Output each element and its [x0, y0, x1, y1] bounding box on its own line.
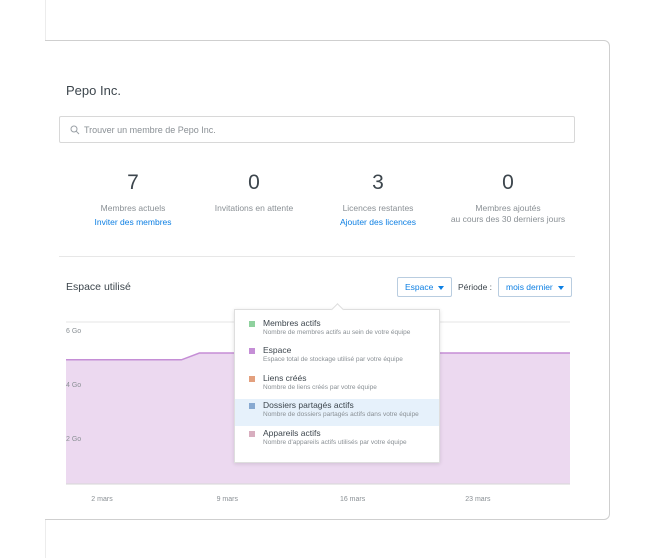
metric-color-swatch [249, 348, 255, 354]
metric-menu-item-description: Nombre d'appareils actifs utilisés par v… [263, 439, 407, 446]
metric-menu-item-description: Nombre de dossiers partagés actifs dans … [263, 411, 419, 418]
metric-menu-item-title: Espace [263, 345, 292, 355]
stat-remaining-licenses: 3 Licences restantes Ajouter des licence… [303, 170, 453, 228]
metric-menu-item-title: Dossiers partagés actifs [263, 400, 354, 410]
metric-menu-item[interactable]: Dossiers partagés actifs Nombre de dossie… [235, 399, 439, 426]
metric-menu-item[interactable]: Espace Espace total de stockage utilisé p… [235, 344, 439, 371]
metric-color-swatch [249, 403, 255, 409]
stat-sublabel: au cours des 30 derniers jours [450, 214, 566, 224]
period-label: Période : [458, 282, 493, 292]
metric-color-swatch [249, 321, 255, 327]
stat-members-added: 0 Membres ajoutés au cours des 30 dernie… [433, 170, 583, 225]
section-divider [59, 256, 575, 257]
chevron-down-icon [438, 285, 445, 290]
metric-color-swatch [249, 376, 255, 382]
add-licenses-link[interactable]: Ajouter des licences [303, 217, 453, 228]
usage-title: Espace utilisé [66, 281, 131, 293]
metric-menu-item-description: Espace total de stockage utilisé par vot… [263, 356, 403, 363]
invite-members-link[interactable]: Inviter des membres [58, 217, 208, 228]
metric-menu-item-description: Nombre de membres actifs au sein de votr… [263, 329, 411, 336]
metric-menu-item-description: Nombre de liens créés par votre équipe [263, 384, 377, 391]
chevron-down-icon [557, 285, 564, 290]
metric-menu-item-title: Appareils actifs [263, 428, 321, 438]
metric-color-swatch [249, 431, 255, 437]
search-icon [70, 125, 80, 135]
period-dropdown[interactable]: mois dernier [498, 277, 572, 297]
metric-dropdown-label: Espace [405, 282, 434, 292]
stat-label: Licences restantes [342, 203, 414, 213]
metric-menu-item[interactable]: Membres actifs Nombre de membres actifs a… [235, 317, 439, 344]
stat-value: 0 [502, 171, 514, 194]
stat-value: 3 [372, 171, 384, 194]
search-input[interactable] [84, 117, 564, 142]
stat-label: Membres ajoutés [475, 203, 541, 213]
period-dropdown-label: mois dernier [506, 282, 553, 292]
metric-dropdown[interactable]: Espace [397, 277, 453, 297]
member-search[interactable] [59, 116, 575, 143]
team-name: Pepo Inc. [66, 83, 121, 98]
metric-menu-item[interactable]: Liens créés Nombre de liens créés par vot… [235, 372, 439, 399]
metric-menu-item-title: Liens créés [263, 373, 307, 383]
metric-menu-item-title: Membres actifs [263, 318, 321, 328]
metric-menu: Membres actifs Nombre de membres actifs a… [234, 309, 440, 463]
metric-menu-item[interactable]: Appareils actifs Nombre d'appareils actif… [235, 427, 439, 454]
